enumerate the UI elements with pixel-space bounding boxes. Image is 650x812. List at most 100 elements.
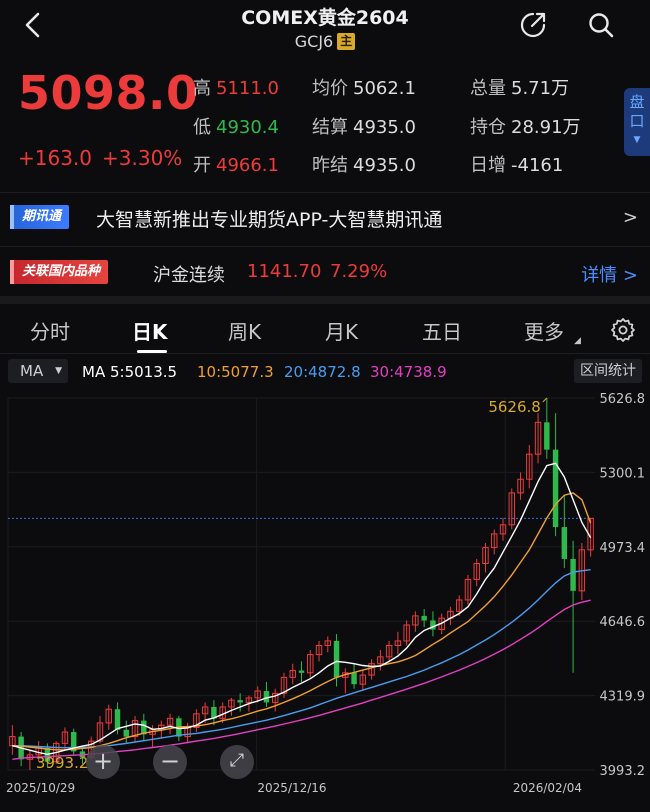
avg-value: 5062.1 — [353, 78, 416, 99]
fullscreen-icon[interactable]: ⤢ — [220, 745, 254, 779]
max-price-label: 5626.8 — [488, 398, 541, 416]
y-tick-label: 5300.1 — [600, 466, 646, 481]
news-text: 大智慧新推出专业期货APP-大智慧期讯通 — [96, 209, 443, 231]
details-link[interactable]: 详情 > — [581, 261, 638, 287]
candle-body-down — [298, 670, 305, 673]
oi-value: 28.91万 — [511, 117, 581, 138]
ma10-value: 10:5077.3 — [197, 363, 274, 381]
caret-down-icon: ◢ — [574, 336, 581, 346]
candle-body-down — [351, 672, 357, 685]
max-pointer — [542, 397, 548, 403]
search-icon[interactable] — [586, 10, 616, 40]
candle-body-down — [544, 422, 550, 450]
interval-stats-button[interactable]: 区间统计 — [574, 359, 642, 383]
ma-select[interactable]: MA ▼ — [8, 359, 68, 383]
divider — [0, 353, 650, 354]
ma30-value: 30:4738.9 — [370, 363, 447, 381]
high-label: 高 — [193, 78, 211, 99]
oi-label: 持仓 — [470, 117, 506, 138]
news-banner[interactable]: 期讯通 大智慧新推出专业期货APP-大智慧期讯通 > — [0, 197, 650, 239]
min-price-label: 3993.2 — [36, 754, 89, 772]
quote-volume: 总量 5.71万 — [470, 74, 569, 100]
ma5-value: MA 5:5013.5 — [82, 363, 178, 381]
section-gap — [0, 296, 650, 304]
quote-avg: 均价 5062.1 — [312, 74, 416, 100]
share-icon[interactable] — [518, 10, 548, 40]
related-price: 1141.70 — [247, 261, 322, 282]
volume-label: 总量 — [470, 78, 506, 99]
volume-value: 5.71万 — [511, 78, 570, 99]
candle-body-down — [123, 729, 129, 737]
caret-down-icon: ▼ — [633, 135, 641, 145]
quote-prev-settle: 昨结 4935.0 — [312, 151, 416, 177]
candle-body-down — [570, 558, 576, 591]
divider — [0, 192, 650, 193]
caret-down-icon: ▼ — [55, 366, 62, 376]
x-tick-label: 2025/10/29 — [6, 781, 75, 795]
divider — [0, 246, 650, 247]
news-tag: 期讯通 — [10, 205, 70, 229]
low-value: 4930.4 — [216, 117, 279, 138]
tab-more[interactable]: 更多 — [524, 316, 564, 345]
related-percent: 7.29% — [330, 261, 388, 282]
last-price: 5098.0 — [18, 66, 199, 120]
tab-monthly-k[interactable]: 月K — [325, 316, 358, 345]
contract-code: GCJ6 主 — [0, 32, 650, 51]
candle-body-down — [561, 527, 568, 559]
prev-settle-label: 昨结 — [312, 155, 348, 176]
candle-body-down — [333, 640, 340, 678]
quote-open-interest: 持仓 28.91万 — [470, 113, 581, 139]
candle-body-down — [552, 449, 559, 528]
quote-open: 开 4966.1 — [193, 151, 279, 177]
tab-weekly-k[interactable]: 周K — [228, 316, 261, 345]
zoom-in-button[interactable]: + — [86, 745, 120, 779]
pankou-button[interactable]: 盘 口 ▼ — [624, 88, 650, 156]
y-tick-label: 4319.9 — [600, 690, 646, 705]
quote-settle: 结算 4935.0 — [312, 113, 416, 139]
ma-indicator-bar: MA ▼ MA 5:5013.5 10:5077.3 20:4872.8 30:4… — [0, 356, 650, 386]
change-value: +163.0 — [18, 146, 93, 170]
avg-label: 均价 — [312, 78, 348, 99]
ma20-value: 20:4872.8 — [284, 363, 361, 381]
related-name: 沪金连续 — [153, 265, 225, 286]
prev-settle-value: 4935.0 — [353, 155, 416, 176]
related-product-row[interactable]: 关联国内品种 沪金连续 1141.70 7.29% 详情 > — [0, 252, 650, 294]
candle-body-down — [237, 700, 243, 703]
tab-intraday[interactable]: 分时 — [30, 316, 70, 345]
quote-high: 高 5111.0 — [193, 74, 279, 100]
tab-daily-k[interactable]: 日K — [132, 316, 168, 345]
oi-change-label: 日增 — [470, 155, 506, 176]
y-tick-label: 4646.6 — [600, 615, 646, 630]
pankou-label-1: 盘 — [629, 93, 645, 111]
y-tick-label: 5626.8 — [600, 392, 646, 407]
contract-code-text: GCJ6 — [294, 32, 334, 51]
y-tick-label: 4973.4 — [600, 541, 646, 556]
high-value: 5111.0 — [216, 78, 279, 99]
tab-five-day[interactable]: 五日 — [422, 316, 462, 345]
settle-label: 结算 — [312, 117, 348, 138]
chevron-right-icon: > — [622, 207, 638, 228]
y-tick-label: 3993.2 — [600, 764, 646, 779]
quote-oi-change: 日增 -4161 — [470, 151, 563, 177]
price-change: +163.0 +3.30% — [18, 146, 182, 170]
gear-icon[interactable] — [610, 317, 636, 343]
contract-title: COMEX黄金2604 — [241, 7, 409, 29]
quote-low: 低 4930.4 — [193, 113, 279, 139]
pankou-label-2: 口 — [629, 112, 645, 130]
candle-body-down — [114, 709, 121, 730]
open-label: 开 — [193, 155, 211, 176]
main-contract-badge: 主 — [337, 33, 356, 50]
candle-body-down — [263, 691, 270, 703]
period-tabs: 分时 日K 周K 月K 五日 更多 — [0, 306, 650, 353]
ma20-line — [12, 569, 591, 749]
oi-change-value: -4161 — [511, 155, 564, 176]
change-percent: +3.30% — [102, 146, 183, 170]
settle-value: 4935.0 — [353, 117, 416, 138]
low-label: 低 — [193, 117, 211, 138]
related-tag: 关联国内品种 — [10, 260, 109, 284]
zoom-out-button[interactable]: − — [153, 745, 187, 779]
open-value: 4966.1 — [216, 155, 279, 176]
ma-select-label: MA — [20, 362, 44, 380]
header: COMEX黄金2604 GCJ6 主 — [0, 0, 650, 60]
x-tick-label: 2025/12/16 — [257, 781, 326, 795]
